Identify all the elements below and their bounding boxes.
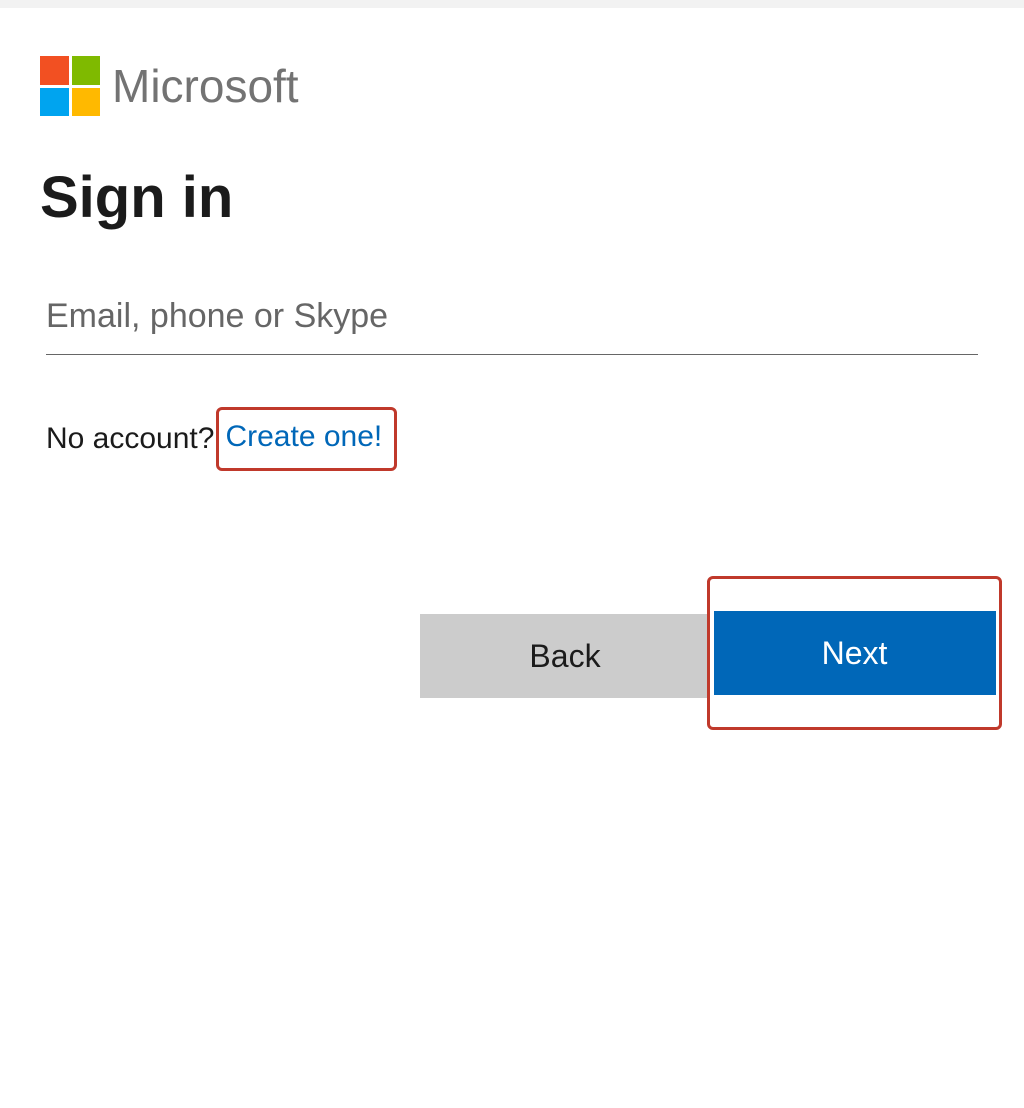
no-account-label: No account? bbox=[46, 422, 214, 456]
create-account-link[interactable]: Create one! bbox=[225, 420, 382, 453]
signup-prompt-row: No account? Create one! bbox=[46, 407, 984, 471]
brand-name: Microsoft bbox=[112, 59, 299, 113]
next-button[interactable]: Next bbox=[714, 611, 996, 695]
page-title: Sign in bbox=[40, 164, 984, 231]
highlight-box-create: Create one! bbox=[216, 407, 397, 471]
email-input-wrap bbox=[46, 287, 978, 355]
top-bar bbox=[0, 0, 1024, 8]
brand-row: Microsoft bbox=[40, 56, 984, 116]
back-button[interactable]: Back bbox=[420, 614, 710, 698]
highlight-box-next: Next bbox=[707, 576, 1002, 730]
email-field[interactable] bbox=[46, 287, 978, 355]
signin-card: Microsoft Sign in No account? Create one… bbox=[0, 8, 1024, 471]
microsoft-logo-icon bbox=[40, 56, 100, 116]
